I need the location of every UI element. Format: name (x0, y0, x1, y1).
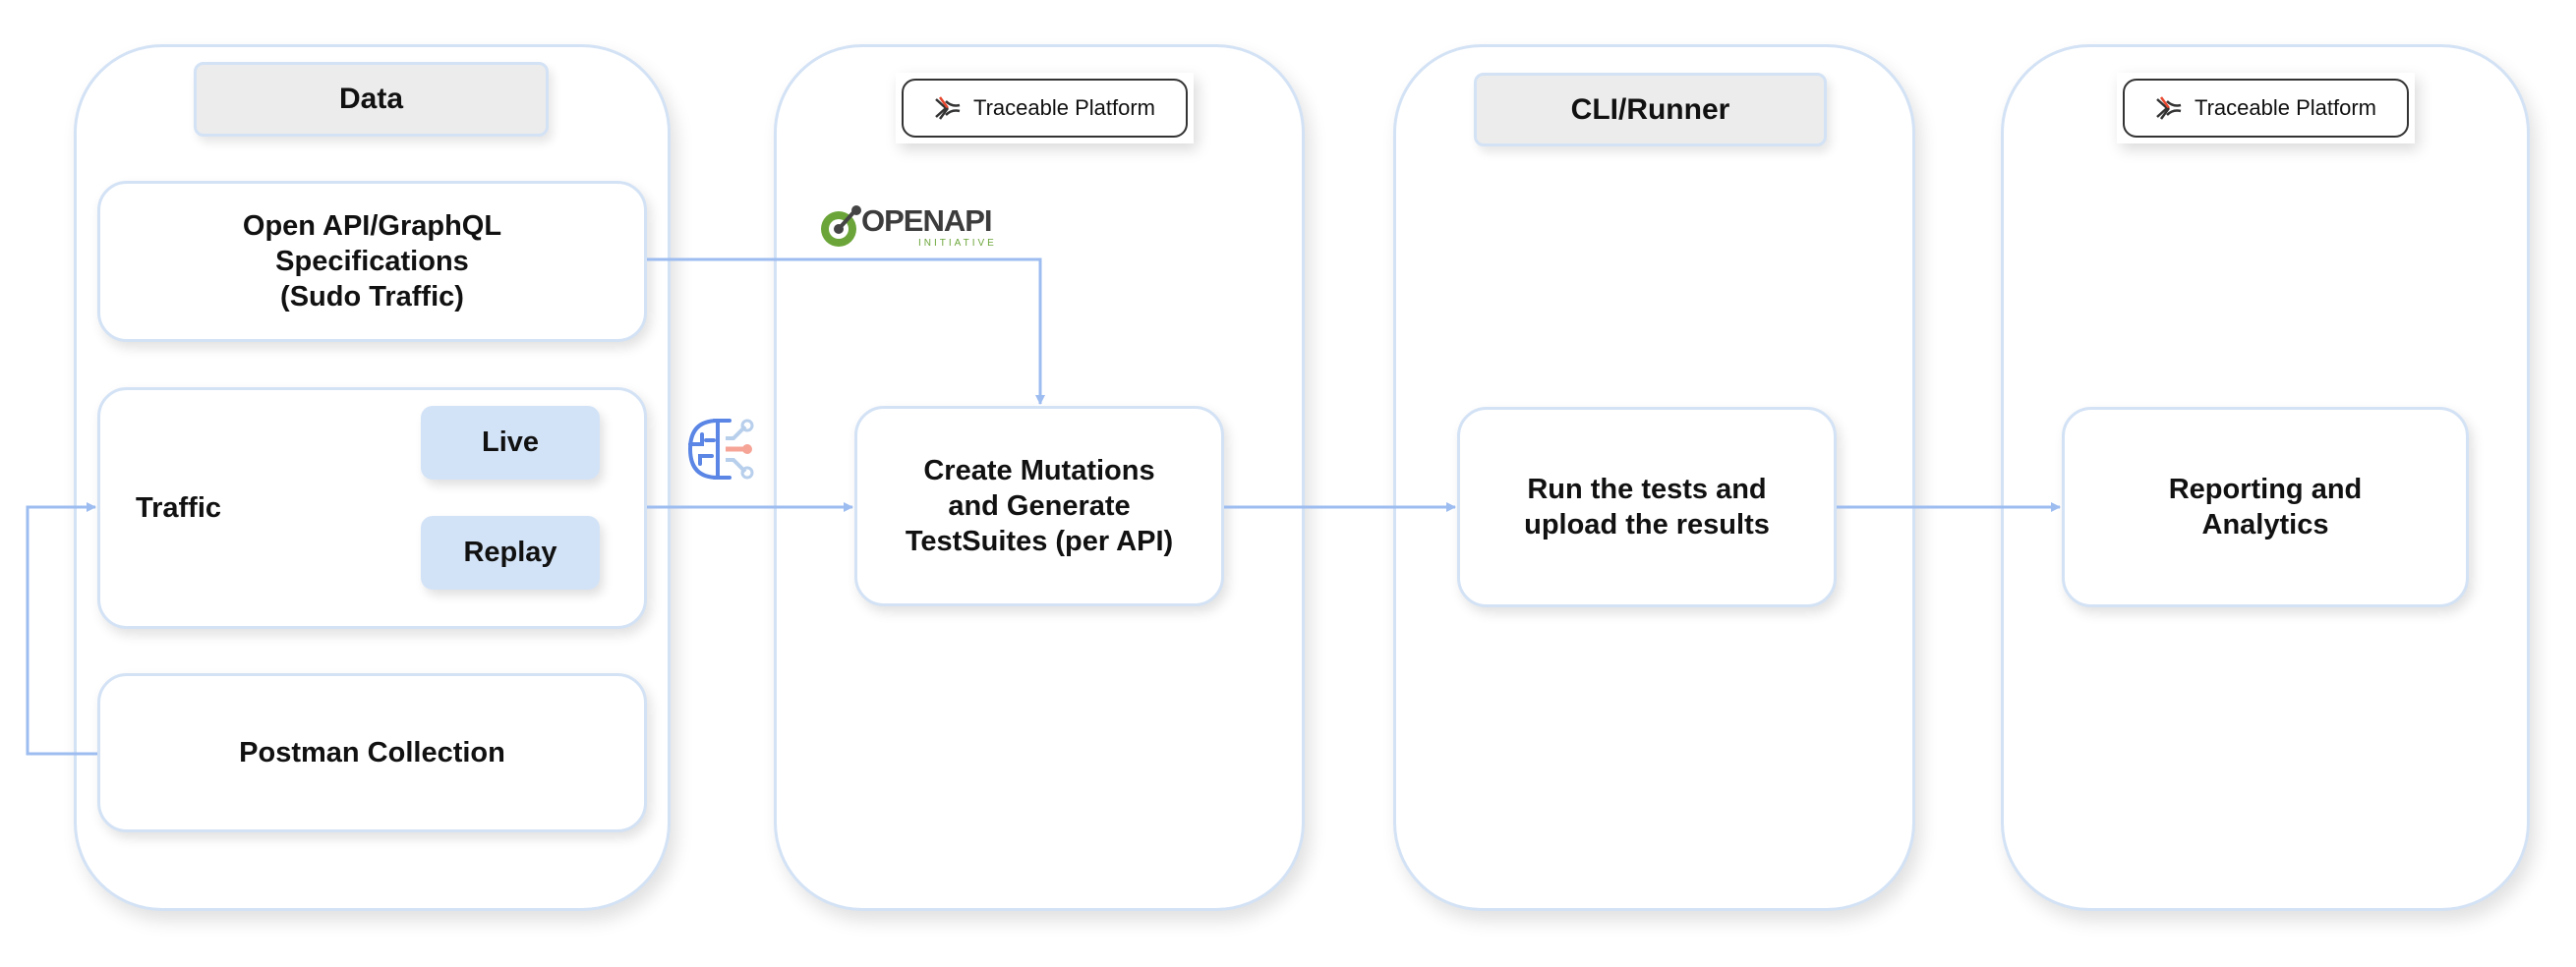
arrow-postman-loop-to-traffic (26, 507, 97, 756)
connector-arrows (26, 257, 2576, 756)
arrow-openapi-to-create (647, 257, 1040, 404)
